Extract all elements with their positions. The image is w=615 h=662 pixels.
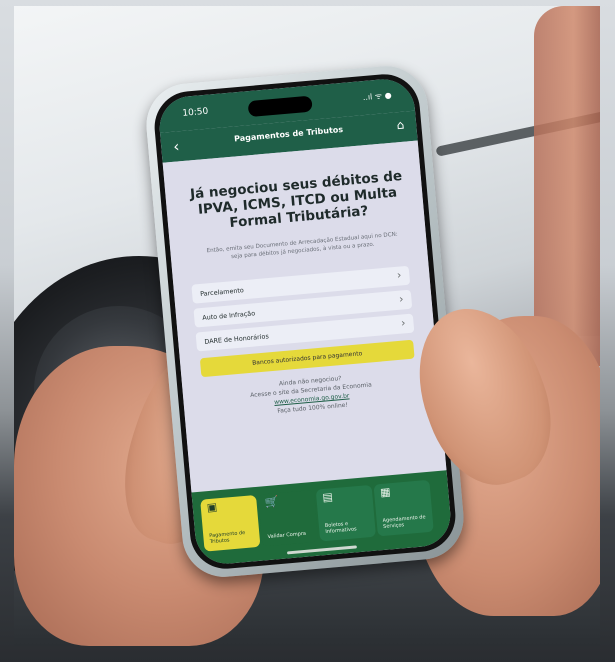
phone-screen: 10:50 ..ıl ᯤ ● ‹ Pagamentos de Tributos …	[157, 76, 453, 567]
document-icon: ▣	[206, 500, 218, 515]
option-label: Parcelamento	[199, 286, 245, 299]
signal-wifi-icons: ..ıl ᯤ ●	[362, 90, 392, 103]
nav-label: Pagamento de Tributos	[209, 530, 246, 546]
smartphone: 10:50 ..ıl ᯤ ● ‹ Pagamentos de Tributos …	[142, 62, 468, 581]
nav-label: Agendamento de Serviços	[382, 514, 426, 530]
chevron-right-icon: ›	[398, 292, 404, 306]
option-label: DARE de Honorários	[204, 332, 270, 346]
nav-label: Validar Compra	[267, 530, 307, 541]
phone-bezel: 10:50 ..ıl ᯤ ● ‹ Pagamentos de Tributos …	[151, 71, 459, 572]
photo-scene: 10:50 ..ıl ᯤ ● ‹ Pagamentos de Tributos …	[0, 0, 615, 662]
home-icon[interactable]: ⌂	[396, 118, 405, 133]
boleto-icon: ▤	[321, 490, 334, 505]
home-indicator[interactable]	[286, 545, 357, 555]
option-label: Auto de Infração	[201, 309, 256, 322]
nav-pagamento-tributos[interactable]: ▣ Pagamento de Tributos	[200, 494, 261, 552]
status-time: 10:50	[182, 106, 209, 119]
nav-label: Boletos e Informativos	[324, 521, 357, 536]
page-subtext: Então, emita seu Documento de Arrecadaçã…	[206, 231, 398, 261]
cart-icon: 🛒	[264, 495, 279, 510]
calendar-icon: ▦	[379, 485, 392, 500]
nav-validar-compra[interactable]: 🛒 Validar Compra	[257, 489, 319, 547]
info-block: Ainda não negociou? Acesse o site da Sec…	[202, 367, 420, 422]
chevron-right-icon: ›	[396, 268, 402, 282]
main-content: Já negociou seus débitos de IPVA, ICMS, …	[162, 140, 447, 493]
nav-boletos-informativos[interactable]: ▤ Boletos e Informativos	[315, 484, 377, 542]
chevron-right-icon: ›	[400, 316, 407, 330]
nav-agendamento-servicos[interactable]: ▦ Agendamento de Serviços	[373, 479, 434, 537]
dynamic-island	[247, 95, 313, 118]
person-arm-right	[534, 6, 600, 366]
page-headline: Já negociou seus débitos de IPVA, ICMS, …	[189, 168, 403, 232]
photo-frame: 10:50 ..ıl ᯤ ● ‹ Pagamentos de Tributos …	[14, 6, 600, 646]
